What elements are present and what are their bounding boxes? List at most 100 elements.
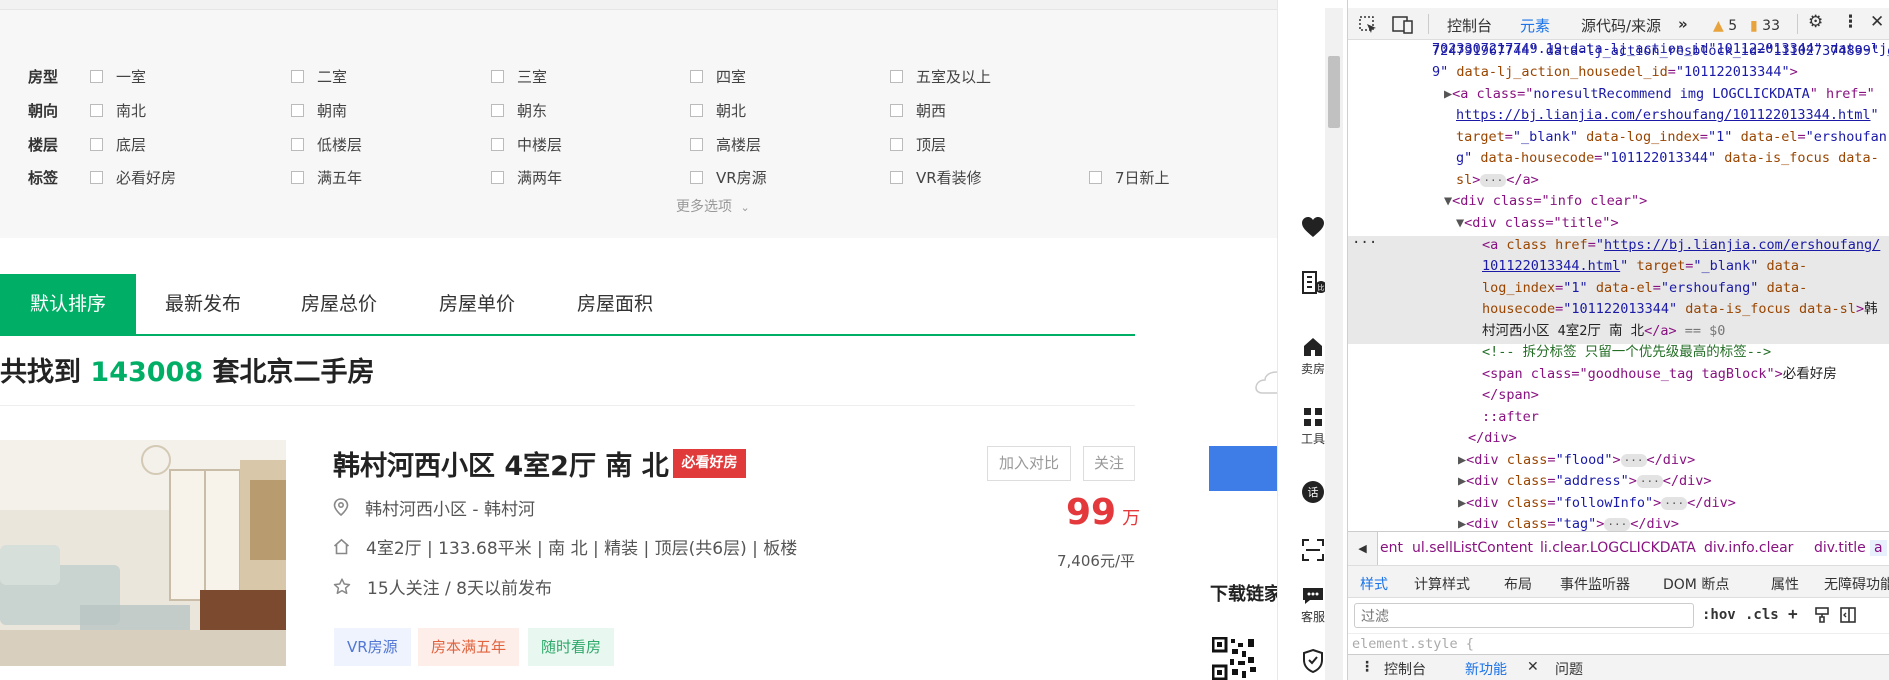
dom-line[interactable]: housecode="101122013344" data-is_focus d…: [1482, 299, 1878, 321]
scan-icon[interactable]: [1301, 538, 1325, 562]
filter-option[interactable]: 朝西: [890, 100, 946, 120]
filter-option[interactable]: VR房源: [690, 167, 767, 187]
filter-option[interactable]: 四室: [690, 66, 746, 86]
dom-line[interactable]: https://bj.lianjia.com/ershoufang/101122…: [1456, 105, 1879, 127]
dom-line-div-info[interactable]: ▼<div class="info clear">: [1444, 191, 1647, 213]
checkbox[interactable]: [690, 69, 703, 83]
dom-line[interactable]: g" data-housecode="101122013344" data-is…: [1456, 148, 1879, 170]
node-actions-ellipsis[interactable]: ···: [1352, 233, 1377, 255]
listing-title[interactable]: 韩村河西小区 4室2厅 南 北: [333, 444, 669, 483]
dom-line[interactable]: sl> ··· </a>: [1456, 170, 1539, 192]
crumb-item[interactable]: li.clear.LOGCLICKDATA: [1540, 540, 1696, 556]
checkbox[interactable]: [90, 103, 103, 117]
tab-total-price[interactable]: 房屋总价: [301, 274, 377, 334]
tab-elements[interactable]: 元素: [1520, 15, 1551, 44]
inspect-element-icon[interactable]: [1358, 15, 1378, 35]
crumb-item[interactable]: ul.sellListContent: [1412, 540, 1533, 556]
dom-line[interactable]: 9" data-lj_action_housedel_id="101122013…: [1432, 62, 1798, 84]
filter-option[interactable]: 高楼层: [690, 134, 761, 154]
checkbox[interactable]: [291, 69, 304, 83]
filter-option[interactable]: 满五年: [291, 167, 362, 187]
filter-option[interactable]: 中楼层: [491, 134, 562, 154]
dom-line[interactable]: 村河西小区 4室2厅 南 北</a> == $0: [1482, 321, 1725, 343]
element-style-rule[interactable]: element.style {: [1352, 636, 1474, 652]
more-options-toggle[interactable]: 更多选项 ⌄: [676, 196, 750, 216]
dom-line-a-img[interactable]: ▶<a class="noresultRecommend img LOGCLIC…: [1444, 84, 1875, 106]
checkbox[interactable]: [491, 103, 504, 117]
drawer-tab-whats-new[interactable]: 新功能: [1465, 659, 1507, 679]
dom-line-span[interactable]: <span class="goodhouse_tag tagBlock">必看好…: [1482, 364, 1837, 386]
checkbox[interactable]: [90, 137, 103, 151]
subtab-layout[interactable]: 布局: [1504, 574, 1532, 594]
filter-option[interactable]: 南北: [90, 100, 146, 120]
filter-option[interactable]: 三室: [491, 66, 547, 86]
subtab-styles[interactable]: 样式: [1356, 574, 1392, 603]
checkbox[interactable]: [491, 170, 504, 184]
crumb-item[interactable]: div.info.clear: [1704, 540, 1793, 556]
filter-option[interactable]: 7日新上: [1089, 167, 1170, 187]
hov-toggle[interactable]: :hov: [1702, 607, 1736, 623]
checkbox[interactable]: [1089, 170, 1102, 184]
tab-console[interactable]: 控制台: [1447, 15, 1492, 36]
filter-option[interactable]: 必看好房: [90, 167, 176, 187]
subtab-dom-breakpoints[interactable]: DOM 断点: [1663, 574, 1729, 594]
dom-line[interactable]: 101122013344.html" target="_blank" data-: [1482, 256, 1807, 278]
drawer-tab-issues[interactable]: 问题: [1555, 659, 1583, 679]
filter-option[interactable]: 五室及以上: [890, 66, 991, 86]
subtab-event-listeners[interactable]: 事件监听器: [1560, 574, 1630, 594]
checkbox[interactable]: [890, 103, 903, 117]
warnings-badge[interactable]: ▲ 5: [1713, 18, 1737, 34]
qr-code[interactable]: [1212, 637, 1258, 680]
dom-line-div-flood[interactable]: ▶<div class="flood"> ··· </div>: [1458, 450, 1695, 472]
listing-location[interactable]: 韩村河西小区 - 韩村河: [365, 495, 535, 520]
listing-photo[interactable]: [0, 440, 286, 666]
crumb-item[interactable]: ent: [1380, 540, 1403, 556]
device-toolbar-icon[interactable]: [1392, 15, 1414, 35]
dom-line-div-address[interactable]: ▶<div class="address"> ··· </div>: [1458, 471, 1712, 493]
dom-line-div-title[interactable]: ▼<div class="title">: [1456, 213, 1619, 235]
page-scrollbar[interactable]: [1325, 8, 1343, 680]
filter-option[interactable]: 朝东: [491, 100, 547, 120]
subtab-computed[interactable]: 计算样式: [1414, 574, 1470, 594]
heart-icon[interactable]: [1301, 216, 1325, 238]
dom-line[interactable]: </div>: [1468, 428, 1517, 450]
dom-line[interactable]: target="_blank" data-log_index="1" data-…: [1456, 127, 1887, 149]
checkbox[interactable]: [291, 170, 304, 184]
dom-line-div-followinfo[interactable]: ▶<div class="followInfo"> ··· </div>: [1458, 493, 1736, 515]
checkbox[interactable]: [291, 137, 304, 151]
tab-area[interactable]: 房屋面积: [577, 274, 653, 334]
crumb-item-current[interactable]: a: [1870, 540, 1887, 556]
dom-line-comment[interactable]: <!-- 拆分标签 只留一个优先级最高的标签-->: [1482, 342, 1771, 364]
sidebar-toggle-icon[interactable]: [1840, 607, 1856, 623]
filter-option[interactable]: VR看装修: [890, 167, 982, 187]
filter-option[interactable]: 底层: [90, 134, 146, 154]
page-scroll-thumb[interactable]: [1328, 56, 1340, 128]
add-compare-button[interactable]: 加入对比: [987, 446, 1071, 481]
filter-option[interactable]: 朝南: [291, 100, 347, 120]
dom-line[interactable]: 724791967744" data-lj_action_resblock_id…: [1432, 41, 1889, 63]
checkbox[interactable]: [90, 69, 103, 83]
checkbox[interactable]: [90, 170, 103, 184]
close-icon[interactable]: ✕: [1870, 12, 1884, 32]
filter-option[interactable]: 二室: [291, 66, 347, 86]
subtab-accessibility[interactable]: 无障碍功能: [1824, 574, 1889, 594]
filter-option[interactable]: 低楼层: [291, 134, 362, 154]
shield-icon[interactable]: [1302, 648, 1324, 674]
dom-line[interactable]: log_index="1" data-el="ershoufang" data-: [1482, 278, 1807, 300]
dom-line-div-tag[interactable]: ▶<div class="tag"> ··· </div>: [1458, 514, 1679, 531]
follow-button[interactable]: 关注: [1083, 446, 1135, 481]
kebab-menu-icon[interactable]: ⋮: [1842, 12, 1859, 32]
issues-badge[interactable]: ▮ 33: [1750, 18, 1780, 34]
building-icon[interactable]: 比: [1300, 268, 1328, 296]
dom-line-pseudo[interactable]: ::after: [1482, 407, 1539, 429]
more-tabs-icon[interactable]: »: [1678, 15, 1688, 33]
breadcrumb-scroll-left-icon[interactable]: ◀: [1348, 532, 1378, 565]
checkbox[interactable]: [291, 103, 304, 117]
checkbox[interactable]: [690, 103, 703, 117]
cls-toggle[interactable]: .cls: [1745, 607, 1779, 623]
styles-filter-input[interactable]: [1354, 603, 1694, 628]
speech-icon[interactable]: 话: [1301, 480, 1325, 504]
paint-icon[interactable]: [1814, 607, 1830, 623]
filter-option[interactable]: 顶层: [890, 134, 946, 154]
checkbox[interactable]: [890, 69, 903, 83]
